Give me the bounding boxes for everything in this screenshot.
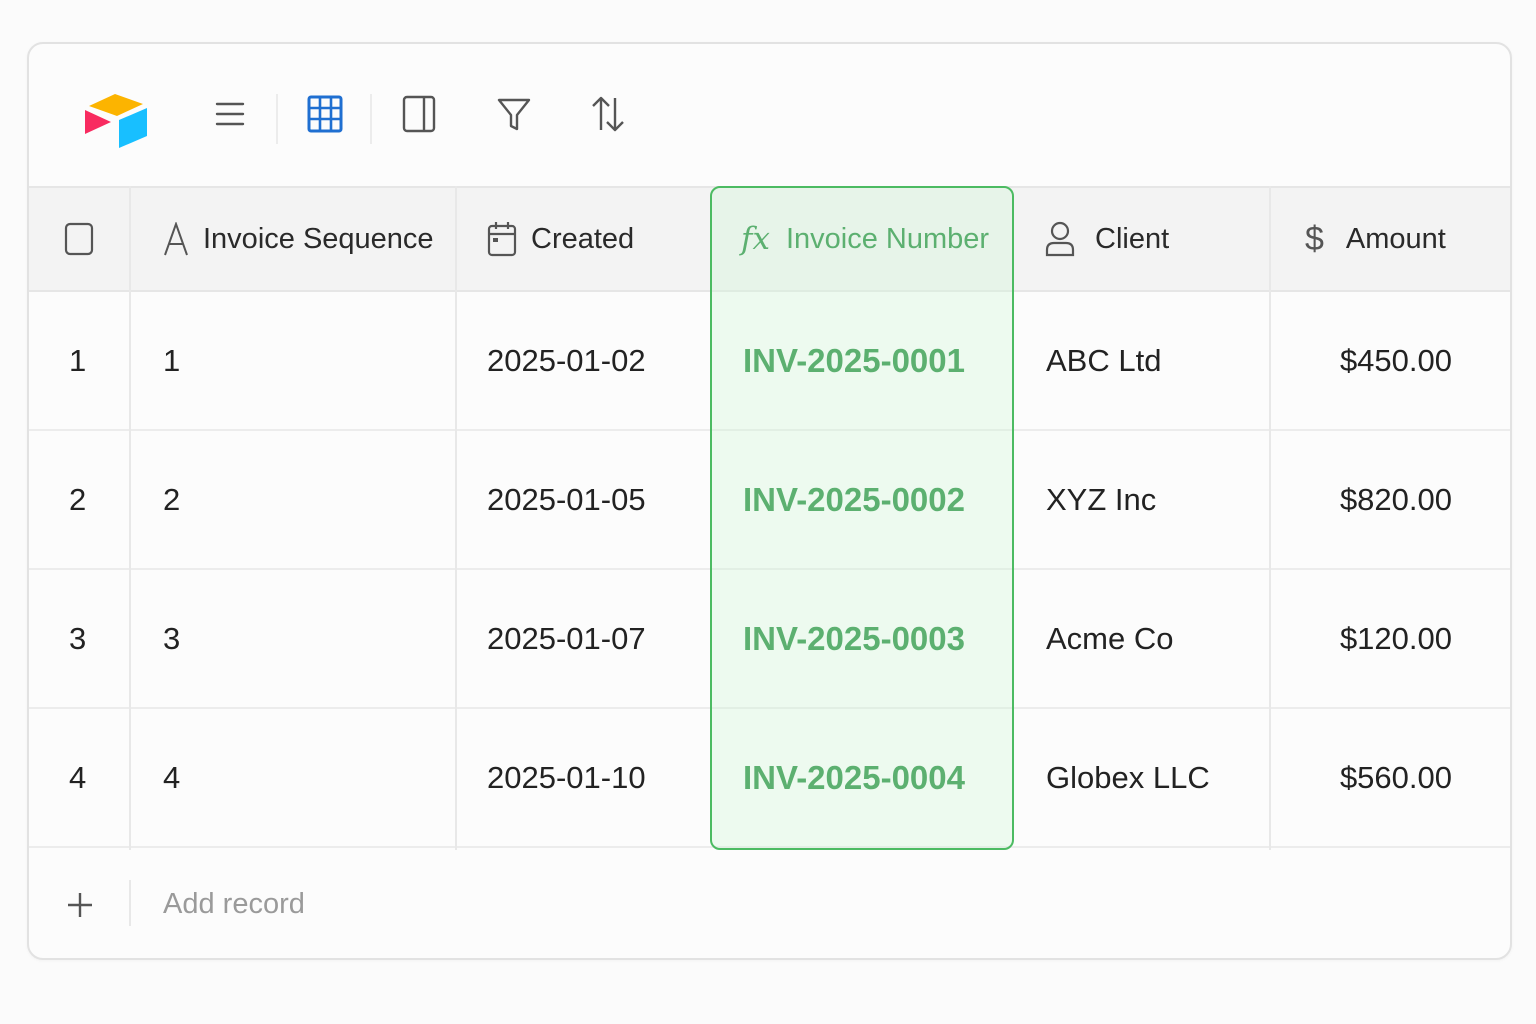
cell-invoice-number: INV-2025-0001 [743, 341, 965, 379]
app-logo[interactable] [81, 84, 151, 150]
column-label: Created [531, 222, 635, 255]
sidebar-panel-button[interactable] [397, 92, 441, 136]
formula-icon: fx [741, 221, 770, 257]
cell-client: Acme Co [1046, 620, 1174, 656]
filter-button[interactable] [492, 92, 536, 136]
calendar-icon [487, 222, 517, 257]
cell-invoice-number: INV-2025-0004 [743, 758, 965, 796]
sort-icon [592, 96, 624, 132]
table-row[interactable]: 2 2 2025-01-05 INV-2025-0002 XYZ Inc $82… [29, 431, 1510, 570]
column-header-invoice-number[interactable]: fx Invoice Number [741, 188, 1021, 290]
grid-view-icon [307, 95, 343, 133]
cell-amount: $450.00 [1339, 342, 1452, 378]
cell-sequence: 2 [163, 481, 181, 517]
table-card: Invoice Sequence Created fx Invoice Numb… [27, 42, 1512, 960]
toolbar-divider [370, 94, 372, 144]
dollar-icon: $ [1305, 219, 1324, 258]
sidebar-panel-icon [402, 95, 436, 133]
cell-client: XYZ Inc [1046, 481, 1157, 517]
column-header-amount[interactable]: $ Amount [1305, 188, 1505, 290]
add-record-label[interactable]: Add record [163, 888, 305, 921]
column-divider [129, 186, 131, 850]
toolbar-divider [276, 94, 278, 144]
row-number: 1 [69, 342, 87, 378]
row-number: 4 [69, 759, 87, 795]
cell-client: ABC Ltd [1046, 342, 1162, 378]
add-record-row[interactable]: Add record [29, 850, 1510, 958]
table-row[interactable]: 3 3 2025-01-07 INV-2025-0003 Acme Co $12… [29, 570, 1510, 709]
cell-created: 2025-01-02 [487, 342, 646, 378]
cell-created: 2025-01-07 [487, 620, 646, 656]
cell-amount: $820.00 [1339, 481, 1452, 517]
cell-created: 2025-01-10 [487, 759, 646, 795]
row-number: 2 [69, 481, 87, 517]
cell-created: 2025-01-05 [487, 481, 646, 517]
table-row[interactable]: 4 4 2025-01-10 INV-2025-0004 Globex LLC … [29, 709, 1510, 848]
column-label: Invoice Number [785, 222, 990, 255]
sort-button[interactable] [586, 92, 630, 136]
table-header: Invoice Sequence Created fx Invoice Numb… [29, 186, 1510, 292]
select-all-checkbox[interactable] [64, 222, 94, 256]
column-header-client[interactable]: Client [1045, 188, 1265, 290]
text-field-icon [164, 222, 188, 256]
column-divider [455, 186, 457, 850]
select-all-cell [29, 188, 129, 290]
grid-view-button[interactable] [303, 92, 347, 136]
plus-icon[interactable] [67, 892, 93, 918]
cell-sequence: 4 [163, 759, 181, 795]
column-label: Client [1095, 222, 1170, 255]
cell-invoice-number: INV-2025-0003 [743, 619, 965, 657]
column-label: Amount [1345, 222, 1446, 255]
table-row[interactable]: 1 1 2025-01-02 INV-2025-0001 ABC Ltd $45… [29, 292, 1510, 431]
cell-amount: $560.00 [1339, 759, 1452, 795]
cell-amount: $120.00 [1339, 620, 1452, 656]
column-label: Invoice Sequence [203, 222, 434, 255]
menu-button[interactable] [208, 92, 252, 136]
column-header-invoice-sequence[interactable]: Invoice Sequence [163, 188, 483, 290]
cell-sequence: 1 [163, 342, 181, 378]
column-divider [129, 880, 131, 926]
cell-client: Globex LLC [1046, 759, 1210, 795]
cell-sequence: 3 [163, 620, 181, 656]
column-divider [1269, 186, 1271, 850]
menu-icon [215, 102, 245, 126]
column-header-created[interactable]: Created [487, 188, 707, 290]
user-icon [1045, 221, 1075, 257]
cell-invoice-number: INV-2025-0002 [743, 480, 965, 518]
row-number: 3 [69, 620, 87, 656]
toolbar [29, 44, 1510, 186]
filter-icon [497, 98, 531, 131]
